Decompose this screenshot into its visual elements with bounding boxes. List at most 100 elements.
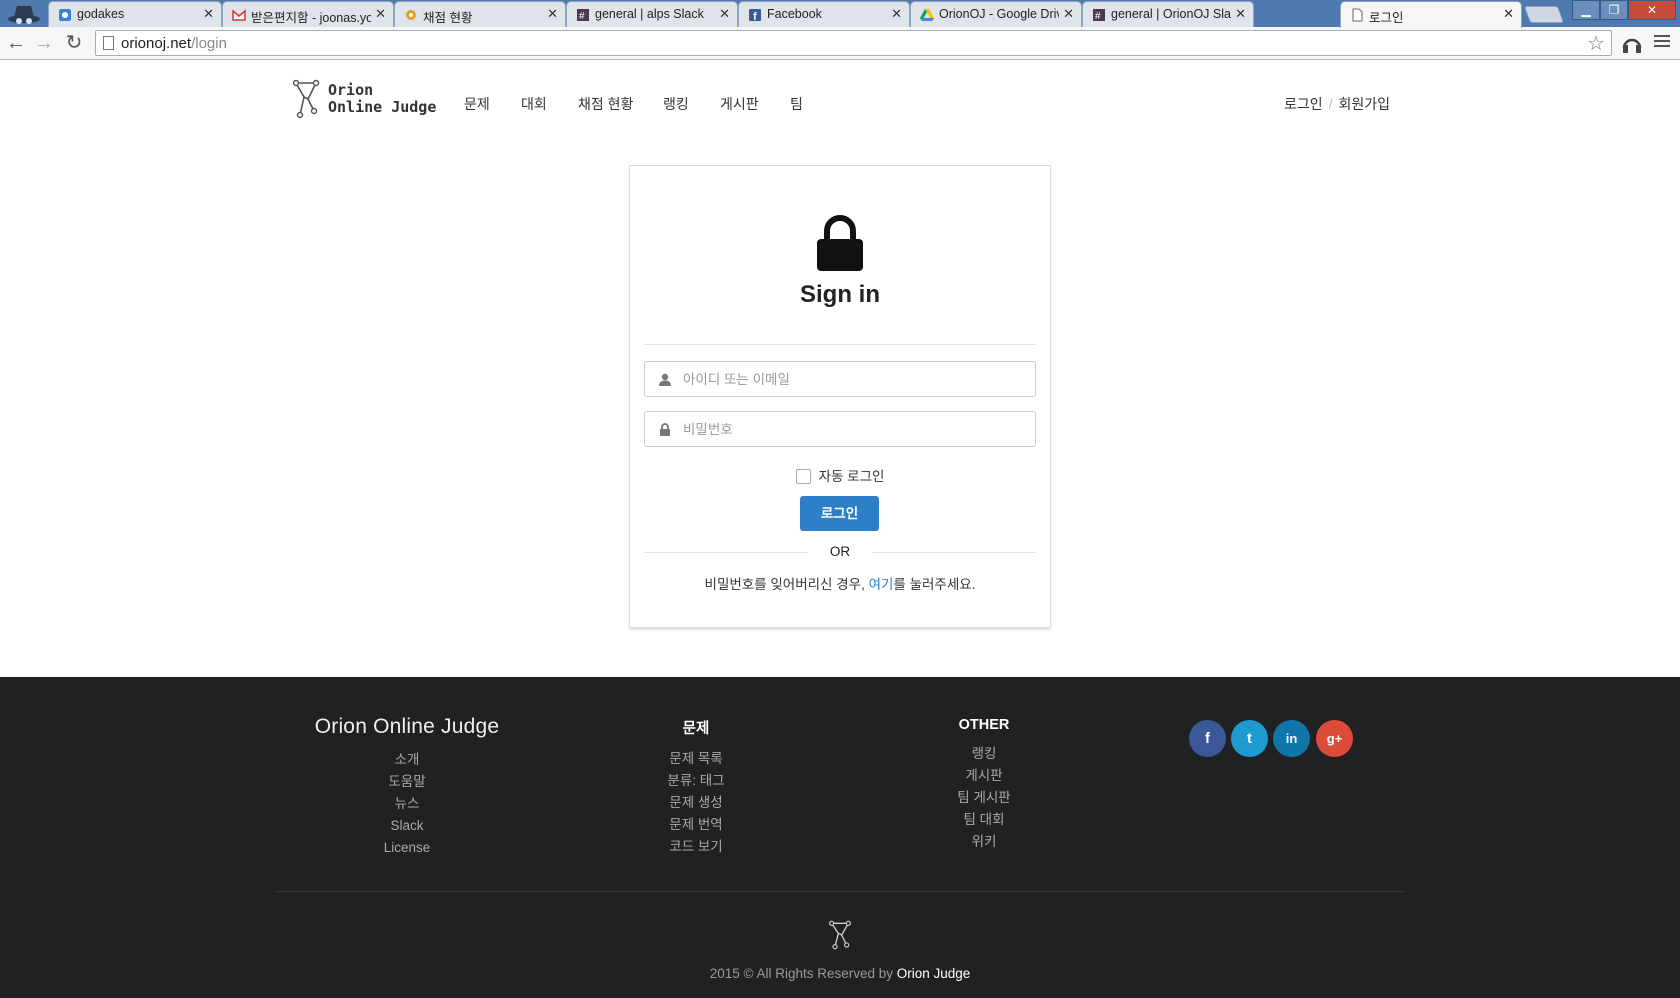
orion-logo-icon	[829, 920, 851, 950]
copyright-prefix: 2015 © All Rights Reserved by	[709, 966, 897, 981]
tab-close-icon[interactable]: ✕	[547, 6, 558, 22]
footer-link[interactable]: 소개	[307, 749, 507, 771]
nav-board[interactable]: 게시판	[720, 94, 759, 114]
maximize-button[interactable]: ❐	[1600, 0, 1628, 20]
footer-link[interactable]: 코드 보기	[616, 836, 776, 858]
footer-other-heading: OTHER	[958, 717, 1010, 733]
page-icon	[103, 36, 114, 50]
footer-link[interactable]: 팀 대회	[904, 809, 1064, 831]
footer-problems-column: 문제 문제 목록 분류: 태그 문제 생성 문제 번역 코드 보기	[616, 717, 776, 858]
incognito-icon	[8, 6, 40, 24]
footer-link[interactable]: 분류: 태그	[616, 770, 776, 792]
page-icon	[1352, 8, 1363, 22]
forward-arrow-icon[interactable]: →	[32, 31, 56, 55]
browser-menu-icon[interactable]	[1654, 35, 1670, 50]
tab-close-icon[interactable]: ✕	[1063, 6, 1074, 22]
site-footer: Orion Online Judge 소개 도움말 뉴스 Slack Licen…	[0, 677, 1680, 998]
footer-problems-heading: 문제	[682, 721, 710, 737]
minimize-button[interactable]: ▁	[1572, 0, 1600, 20]
browser-tabstrip: godakes ✕ 받은편지함 - joonas.yoon@gmail.com …	[0, 0, 1680, 28]
signin-heading: Sign in	[800, 281, 880, 308]
nav-separator: /	[1328, 96, 1333, 112]
tab-close-icon[interactable]: ✕	[375, 6, 386, 22]
window-close-button[interactable]: ✕	[1628, 0, 1676, 20]
copyright: 2015 © All Rights Reserved by Orion Judg…	[0, 966, 1680, 981]
browser-tab-login[interactable]: 로그인 ✕	[1340, 1, 1522, 28]
browser-tab-orionoj-slack[interactable]: # general | OrionOJ Slack ✕	[1082, 1, 1254, 27]
password-field[interactable]	[644, 411, 1036, 447]
headphones-extension-icon[interactable]	[1620, 32, 1644, 54]
footer-link[interactable]: 위키	[904, 831, 1064, 853]
forgot-password-link[interactable]: 여기	[869, 577, 894, 592]
gmail-icon	[232, 9, 246, 21]
bookmark-star-icon[interactable]: ☆	[1587, 31, 1605, 56]
footer-link[interactable]: 게시판	[904, 765, 1064, 787]
or-label: OR	[829, 544, 851, 559]
nav-team[interactable]: 팀	[790, 94, 803, 114]
tab-close-icon[interactable]: ✕	[1503, 6, 1514, 22]
back-arrow-icon[interactable]: ←	[4, 31, 28, 55]
nav-problems[interactable]: 문제	[464, 94, 490, 114]
footer-link[interactable]: 문제 생성	[616, 792, 776, 814]
footer-about-column: Orion Online Judge 소개 도움말 뉴스 Slack Licen…	[307, 715, 507, 859]
forgot-password-text: 비밀번호를 잊어버리신 경우, 여기를 눌러주세요.	[630, 573, 1050, 593]
tab-favicon-icon	[59, 9, 71, 21]
orion-logo-icon	[292, 79, 320, 119]
new-tab-button[interactable]	[1523, 6, 1565, 23]
username-input[interactable]	[681, 368, 1021, 390]
footer-link[interactable]: 도움말	[307, 771, 507, 793]
footer-link[interactable]: 랭킹	[904, 743, 1064, 765]
nav-ranking[interactable]: 랭킹	[663, 94, 689, 114]
footer-link[interactable]: 문제 목록	[616, 748, 776, 770]
login-link[interactable]: 로그인	[1284, 96, 1323, 112]
nav-status[interactable]: 채점 현황	[578, 94, 633, 114]
password-input[interactable]	[681, 418, 1021, 440]
svg-text:f: f	[753, 11, 757, 22]
site-logo[interactable]: Orion Online Judge	[292, 79, 436, 119]
facebook-icon: f	[749, 9, 761, 22]
tab-close-icon[interactable]: ✕	[1235, 6, 1246, 22]
footer-link[interactable]: 뉴스	[307, 793, 507, 815]
remember-me: 자동 로그인	[630, 465, 1050, 485]
svg-text:#: #	[579, 11, 585, 22]
divider	[644, 344, 1036, 345]
browser-tab-facebook[interactable]: f Facebook ✕	[738, 1, 910, 27]
browser-tab-google-drive[interactable]: OrionOJ - Google Drive ✕	[910, 1, 1082, 27]
tab-close-icon[interactable]: ✕	[719, 6, 730, 22]
address-bar[interactable]: orionoj.net/login ☆	[95, 30, 1612, 56]
tab-title: general | OrionOJ Slack	[1111, 7, 1231, 21]
user-icon	[659, 373, 671, 386]
username-field[interactable]	[644, 361, 1036, 397]
remember-label[interactable]: 자동 로그인	[819, 469, 885, 484]
browser-toolbar: ← → ↻ orionoj.net/login ☆	[0, 27, 1680, 60]
signup-link[interactable]: 회원가입	[1339, 96, 1391, 112]
browser-tab-status[interactable]: 채점 현황 ✕	[394, 1, 566, 27]
reload-icon[interactable]: ↻	[62, 31, 86, 55]
footer-link[interactable]: 팀 게시판	[904, 787, 1064, 809]
remember-checkbox[interactable]	[795, 469, 811, 484]
login-submit-button[interactable]: 로그인	[800, 496, 879, 531]
browser-tab-godakes[interactable]: godakes ✕	[48, 1, 222, 27]
logo-line2: Online Judge	[328, 98, 437, 116]
linkedin-icon[interactable]: in	[1273, 720, 1310, 757]
copyright-owner[interactable]: Orion Judge	[897, 966, 971, 981]
facebook-icon[interactable]: f	[1189, 720, 1226, 757]
forgot-suffix: 를 눌러주세요.	[893, 577, 976, 592]
footer-link[interactable]: Slack	[307, 815, 507, 837]
tab-title: godakes	[77, 7, 125, 21]
forgot-prefix: 비밀번호를 잊어버리신 경우,	[704, 577, 869, 592]
tab-title: 로그인	[1369, 11, 1404, 25]
tab-close-icon[interactable]: ✕	[891, 6, 902, 22]
footer-link[interactable]: License	[307, 837, 507, 859]
slack-icon: #	[1093, 9, 1105, 22]
google-plus-icon[interactable]: g+	[1316, 720, 1353, 757]
footer-other-column: OTHER 랭킹 게시판 팀 게시판 팀 대회 위키	[904, 717, 1064, 853]
browser-tab-alps-slack[interactable]: # general | alps Slack ✕	[566, 1, 738, 27]
svg-text:#: #	[1095, 11, 1101, 22]
browser-tab-gmail[interactable]: 받은편지함 - joonas.yoon@gmail.com ✕	[222, 1, 394, 27]
footer-link[interactable]: 문제 번역	[616, 814, 776, 836]
nav-contests[interactable]: 대회	[521, 94, 547, 114]
twitter-icon[interactable]: t	[1231, 720, 1268, 757]
tab-close-icon[interactable]: ✕	[203, 6, 214, 22]
tab-title: 채점 현황	[423, 11, 473, 25]
